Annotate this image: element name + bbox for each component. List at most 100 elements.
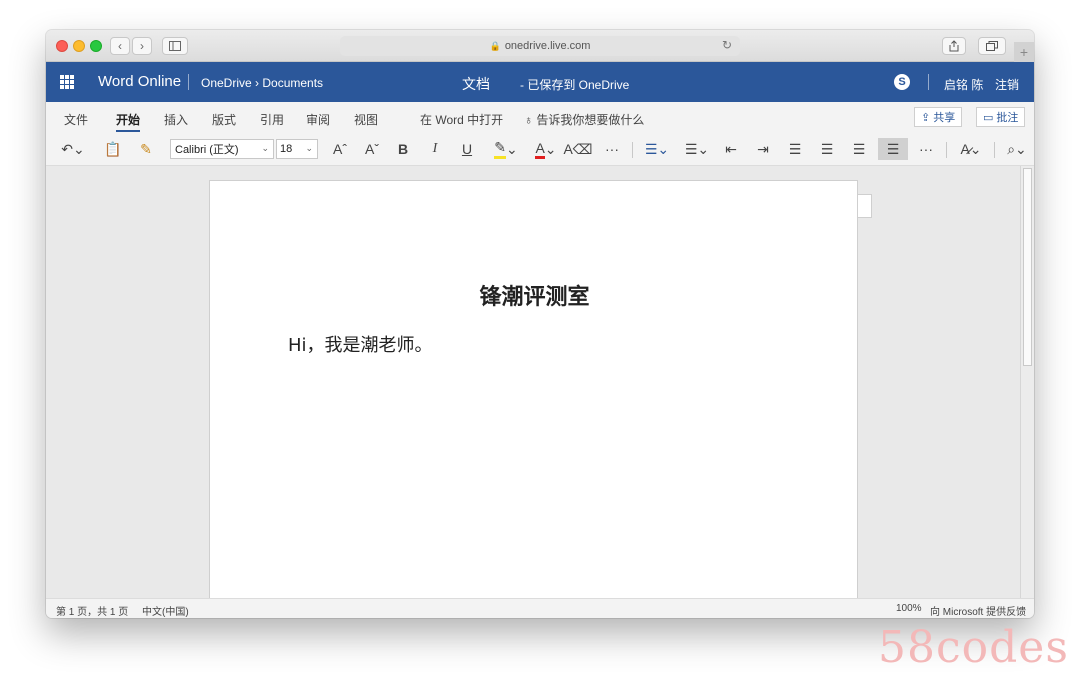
language-indicator[interactable]: 中文(中国): [142, 603, 189, 618]
paste-button[interactable]: 📋: [98, 138, 128, 160]
italic-button[interactable]: I: [424, 138, 446, 160]
tell-me-search[interactable]: ♁ 告诉我你想要做什么: [524, 111, 644, 128]
align-left-button[interactable]: ☰: [784, 138, 806, 160]
format-painter-button[interactable]: ✎: [136, 138, 156, 160]
tabs-icon: [986, 41, 998, 51]
reload-icon[interactable]: ↻: [722, 38, 732, 52]
app-name[interactable]: Word Online: [98, 73, 181, 90]
shrink-font-button[interactable]: Aˇ: [360, 138, 384, 160]
indent-icon: ⇥: [757, 140, 769, 157]
sidebar-icon: [169, 41, 181, 51]
document-canvas: 锋潮评测室 Hi，我是潮老师。: [46, 166, 1034, 600]
clear-formatting-button[interactable]: A⌫: [563, 138, 593, 160]
share-icon: ⇪: [921, 111, 931, 124]
active-tab-indicator: [116, 130, 140, 132]
url-text: onedrive.live.com: [504, 40, 591, 52]
bullet-list-icon: ☰⌄: [644, 140, 670, 157]
vertical-scrollbar[interactable]: [1020, 166, 1034, 598]
highlighter-icon: ✎: [494, 139, 506, 159]
document-heading[interactable]: 锋潮评测室: [210, 279, 859, 311]
tab-file[interactable]: 文件: [64, 111, 88, 128]
undo-icon: ↶⌄: [61, 140, 85, 157]
zoom-window-button[interactable]: [90, 40, 102, 52]
signout-link[interactable]: 注销: [995, 76, 1019, 93]
bold-button[interactable]: B: [392, 138, 414, 160]
watermark-text: 58codes: [878, 622, 1069, 673]
font-name-select[interactable]: Calibri (正文) ⌄: [170, 139, 274, 159]
tab-insert[interactable]: 插入: [164, 111, 188, 128]
numbering-button[interactable]: ☰⌄: [680, 138, 714, 160]
tab-layout[interactable]: 版式: [212, 111, 236, 128]
align-right-icon: ☰: [852, 140, 866, 157]
more-paragraph-options-button[interactable]: ···: [914, 138, 938, 160]
status-bar: 第 1 页，共 1 页 中文(中国) 100% 向 Microsoft 提供反馈: [46, 598, 1034, 618]
zoom-level[interactable]: 100%: [896, 603, 922, 614]
justify-button[interactable]: ☰: [878, 138, 908, 160]
comment-icon: ▭: [983, 111, 994, 124]
browser-toolbar: ‹ › 🔒 onedrive.live.com ↻ +: [46, 30, 1034, 62]
highlight-button[interactable]: ✎ ⌄: [490, 138, 522, 160]
numbered-list-icon: ☰⌄: [684, 140, 710, 157]
minimize-window-button[interactable]: [73, 40, 85, 52]
brush-icon: ✎: [140, 140, 152, 157]
more-font-options-button[interactable]: ···: [600, 138, 624, 160]
align-center-button[interactable]: ☰: [816, 138, 838, 160]
ribbon: 文件 开始 插入 版式 引用 审阅 视图 在 Word 中打开 ♁ 告诉我你想要…: [46, 102, 1034, 166]
bullets-button[interactable]: ☰⌄: [640, 138, 674, 160]
scrollbar-thumb[interactable]: [1023, 168, 1032, 366]
document-paragraph[interactable]: Hi，我是潮老师。: [288, 331, 433, 357]
undo-button[interactable]: ↶⌄: [58, 138, 88, 160]
justify-icon: ☰: [886, 140, 900, 157]
chevron-down-icon: ⌄: [261, 143, 269, 153]
comment-button[interactable]: ▭ 批注: [976, 107, 1026, 127]
skype-icon[interactable]: S: [894, 74, 910, 90]
search-icon: ⌕⌄: [1007, 140, 1027, 157]
address-bar[interactable]: 🔒 onedrive.live.com ↻: [340, 36, 740, 56]
app-launcher-icon[interactable]: [60, 75, 74, 89]
underline-button[interactable]: U: [456, 138, 478, 160]
align-center-icon: ☰: [820, 140, 834, 157]
align-right-button[interactable]: ☰: [848, 138, 870, 160]
align-left-icon: ☰: [788, 140, 802, 157]
tab-home[interactable]: 开始: [116, 111, 140, 128]
increase-indent-button[interactable]: ⇥: [752, 138, 774, 160]
page-count: 第 1 页，共 1 页: [56, 607, 129, 618]
header-divider: [188, 74, 189, 90]
sidebar-button[interactable]: [162, 37, 188, 55]
share-icon: [949, 40, 959, 52]
word-header: Word Online OneDrive › Documents 文档 - 已保…: [46, 62, 1034, 102]
font-color-button[interactable]: A ⌄: [530, 138, 562, 160]
find-button[interactable]: ⌕⌄: [1000, 138, 1034, 160]
feedback-link[interactable]: 向 Microsoft 提供反馈: [930, 603, 1026, 618]
forward-button[interactable]: ›: [132, 37, 152, 55]
clear-formatting-icon: A⌫: [563, 140, 593, 157]
styles-button[interactable]: A̷⌄: [954, 138, 988, 160]
document-title[interactable]: 文档: [462, 74, 490, 94]
styles-icon: A̷⌄: [960, 140, 982, 157]
tab-review[interactable]: 审阅: [306, 111, 330, 128]
toolbar-divider: [632, 142, 633, 158]
decrease-indent-button[interactable]: ⇤: [720, 138, 742, 160]
header-divider: [928, 74, 929, 90]
browser-window: ‹ › 🔒 onedrive.live.com ↻ + Word Online …: [46, 30, 1034, 618]
grow-font-button[interactable]: Aˆ: [328, 138, 352, 160]
comment-margin-tab[interactable]: [858, 194, 872, 218]
breadcrumb[interactable]: OneDrive › Documents: [201, 76, 323, 90]
tab-view[interactable]: 视图: [354, 111, 378, 128]
new-tab-button[interactable]: +: [1014, 42, 1034, 62]
share-button[interactable]: ⇪ 共享: [914, 107, 963, 127]
document-page[interactable]: 锋潮评测室 Hi，我是潮老师。: [209, 180, 858, 600]
save-status: - 已保存到 OneDrive: [520, 78, 630, 92]
font-size-select[interactable]: 18 ⌄: [276, 139, 318, 159]
tabs-button[interactable]: [978, 37, 1006, 55]
chevron-down-icon: ⌄: [305, 143, 313, 153]
tab-references[interactable]: 引用: [260, 111, 284, 128]
back-button[interactable]: ‹: [110, 37, 130, 55]
open-in-word-button[interactable]: 在 Word 中打开: [420, 111, 503, 128]
user-name[interactable]: 启铭 陈: [944, 76, 983, 93]
close-window-button[interactable]: [56, 40, 68, 52]
share-page-button[interactable]: [942, 37, 966, 55]
toolbar-divider: [946, 142, 947, 158]
outdent-icon: ⇤: [725, 140, 737, 157]
toolbar-divider: [994, 142, 995, 158]
